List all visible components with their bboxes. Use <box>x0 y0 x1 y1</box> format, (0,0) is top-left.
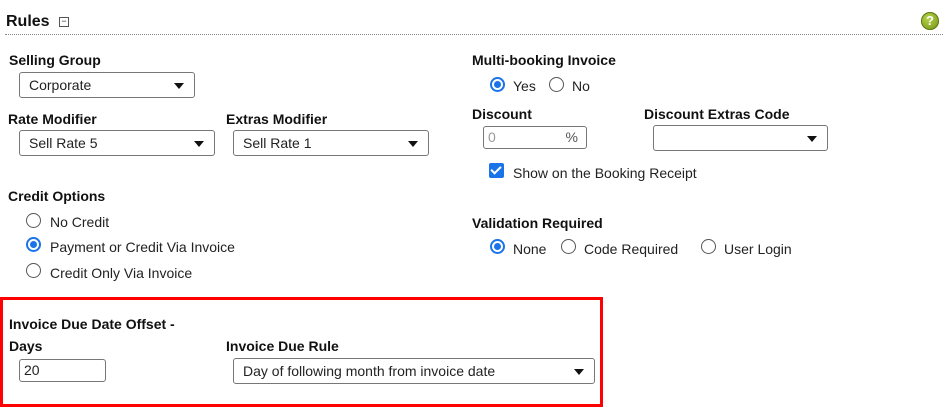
collapse-icon[interactable]: − <box>59 17 69 27</box>
radio-label-no-credit: No Credit <box>50 214 110 230</box>
extras-modifier-value: Sell Rate 1 <box>243 135 312 151</box>
radio-label-yes: Yes <box>513 78 536 94</box>
radio-no-credit[interactable] <box>26 213 41 228</box>
title-divider <box>5 34 943 35</box>
discount-input[interactable]: 0 % <box>483 126 587 149</box>
discount-extras-code-select[interactable] <box>653 125 828 151</box>
rate-modifier-label: Rate Modifier <box>8 111 97 127</box>
radio-credit-only[interactable] <box>26 263 41 278</box>
extras-modifier-label: Extras Modifier <box>226 111 328 127</box>
radio-payment-or-credit[interactable] <box>26 237 41 252</box>
selling-group-value: Corporate <box>29 77 92 93</box>
discount-label: Discount <box>472 106 532 122</box>
percent-unit: % <box>565 129 578 145</box>
invoice-due-rule-value: Day of following month from invoice date <box>243 363 496 379</box>
radio-label-credit-only: Credit Only Via Invoice <box>50 265 193 281</box>
invoice-due-offset-value: 20 <box>24 362 40 378</box>
radio-validation-code-required[interactable] <box>561 239 576 254</box>
invoice-due-offset-label: Invoice Due Date Offset - <box>9 316 175 332</box>
invoice-due-rule-select[interactable]: Day of following month from invoice date <box>233 358 595 384</box>
selling-group-label: Selling Group <box>9 52 101 68</box>
credit-options-label: Credit Options <box>8 188 106 204</box>
extras-modifier-select[interactable]: Sell Rate 1 <box>233 130 429 156</box>
chevron-down-icon <box>194 141 204 147</box>
invoice-due-rule-label: Invoice Due Rule <box>226 338 339 354</box>
invoice-due-offset-input[interactable]: 20 <box>19 359 106 382</box>
rate-modifier-select[interactable]: Sell Rate 5 <box>19 130 215 156</box>
help-icon[interactable]: ? <box>921 12 939 30</box>
radio-label-payment-or-credit: Payment or Credit Via Invoice <box>50 239 235 255</box>
show-on-receipt-checkbox[interactable] <box>489 163 504 178</box>
chevron-down-icon <box>807 136 817 142</box>
discount-extras-code-label: Discount Extras Code <box>644 106 790 122</box>
invoice-due-offset-days-label: Days <box>9 338 43 354</box>
chevron-down-icon <box>574 369 584 375</box>
chevron-down-icon <box>408 141 418 147</box>
radio-multi-booking-yes[interactable] <box>490 77 505 92</box>
radio-multi-booking-no[interactable] <box>549 77 564 92</box>
section-title: Rules <box>6 13 50 30</box>
selling-group-select[interactable]: Corporate <box>19 72 195 98</box>
multi-booking-invoice-label: Multi-booking Invoice <box>472 52 616 68</box>
show-on-receipt-label: Show on the Booking Receipt <box>513 165 697 181</box>
radio-label-none: None <box>513 241 547 257</box>
radio-label-code-required: Code Required <box>584 241 679 257</box>
radio-label-user-login: User Login <box>724 241 792 257</box>
chevron-down-icon <box>174 83 184 89</box>
validation-required-label: Validation Required <box>472 215 603 231</box>
radio-label-no: No <box>572 78 590 94</box>
rate-modifier-value: Sell Rate 5 <box>29 135 98 151</box>
radio-validation-none[interactable] <box>490 239 505 254</box>
discount-placeholder: 0 <box>488 129 496 145</box>
radio-validation-user-login[interactable] <box>701 239 716 254</box>
